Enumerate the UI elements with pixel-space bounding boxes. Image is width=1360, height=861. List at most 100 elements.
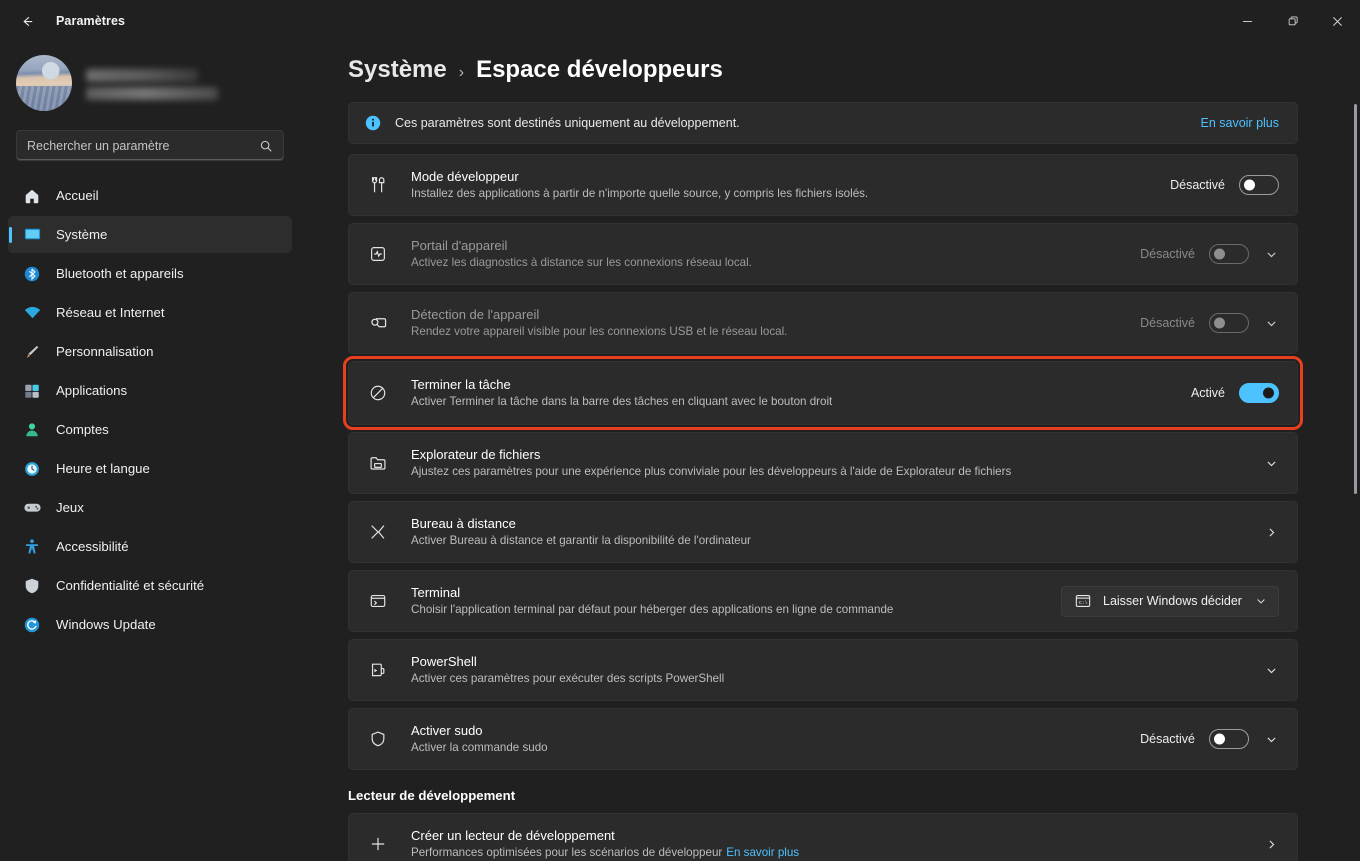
info-banner-link[interactable]: En savoir plus xyxy=(1200,116,1279,130)
sidebar-item-bluetooth[interactable]: Bluetooth et appareils xyxy=(8,255,292,292)
sidebar-item-label: Personnalisation xyxy=(56,344,154,359)
user-profile[interactable] xyxy=(0,42,300,111)
sidebar-item-reseau[interactable]: Réseau et Internet xyxy=(8,294,292,331)
sidebar-item-label: Confidentialité et sécurité xyxy=(56,578,205,593)
sidebar-item-accueil[interactable]: Accueil xyxy=(8,177,292,214)
shield-outline-icon xyxy=(367,728,389,750)
maximize-restore-button[interactable] xyxy=(1270,0,1315,42)
setting-subtitle: Activer la commande sudo xyxy=(411,740,548,754)
shield-icon xyxy=(22,576,42,596)
setting-title: Activer sudo xyxy=(411,722,483,738)
network-icon xyxy=(22,303,42,323)
sidebar-item-personnalisation[interactable]: Personnalisation xyxy=(8,333,292,370)
breadcrumb-parent[interactable]: Système xyxy=(348,56,447,84)
chevron-right-icon[interactable] xyxy=(1263,836,1279,852)
content-area: Système › Espace développeurs Ces paramè… xyxy=(300,42,1360,861)
accessibility-icon xyxy=(22,537,42,557)
search-icon xyxy=(259,139,273,153)
folder-icon xyxy=(367,452,389,474)
setting-subtitle: Activez les diagnostics à distance sur l… xyxy=(411,255,752,269)
brush-icon xyxy=(22,342,42,362)
tools-icon xyxy=(367,174,389,196)
search-input[interactable] xyxy=(27,138,259,153)
search-container xyxy=(16,130,284,161)
developer-mode-toggle[interactable] xyxy=(1239,175,1279,195)
page-title: Espace développeurs xyxy=(476,56,723,83)
sidebar: Accueil Système Bluetooth et appareils xyxy=(0,42,300,861)
sidebar-item-windows-update[interactable]: Windows Update xyxy=(8,606,292,643)
setting-row-terminal[interactable]: Terminal Choisir l'application terminal … xyxy=(348,570,1298,632)
setting-subtitle: Activer Terminer la tâche dans la barre … xyxy=(411,394,833,408)
setting-row-create-dev-drive[interactable]: Créer un lecteur de développement Perfor… xyxy=(348,813,1298,861)
sidebar-item-label: Applications xyxy=(56,383,128,398)
setting-title: Bureau à distance xyxy=(411,515,516,531)
chevron-down-icon[interactable] xyxy=(1263,662,1279,678)
chevron-down-icon[interactable] xyxy=(1263,731,1279,747)
sidebar-item-confidentialite[interactable]: Confidentialité et sécurité xyxy=(8,567,292,604)
setting-title: Terminer la tâche xyxy=(411,376,511,392)
gamepad-icon xyxy=(22,498,42,518)
chevron-down-icon[interactable] xyxy=(1263,315,1279,331)
sidebar-item-label: Système xyxy=(56,227,108,242)
chevron-right-icon[interactable] xyxy=(1263,524,1279,540)
back-button[interactable] xyxy=(10,6,44,36)
end-task-toggle[interactable] xyxy=(1239,383,1279,403)
search-box[interactable] xyxy=(16,130,284,161)
sidebar-item-heure[interactable]: Heure et langue xyxy=(8,450,292,487)
powershell-icon xyxy=(367,659,389,681)
sidebar-item-label: Accueil xyxy=(56,188,99,203)
setting-subtitle: Ajustez ces paramètres pour une expérien… xyxy=(411,464,1012,478)
setting-subtitle: Rendez votre appareil visible pour les c… xyxy=(411,324,788,338)
sidebar-item-label: Bluetooth et appareils xyxy=(56,266,184,281)
terminal-default-dropdown[interactable]: C:\ Laisser Windows décider xyxy=(1061,585,1279,617)
end-task-icon xyxy=(367,382,389,404)
minimize-button[interactable] xyxy=(1225,0,1270,42)
sidebar-item-label: Jeux xyxy=(56,500,84,515)
setting-subtitle: Performances optimisées pour les scénari… xyxy=(411,846,1247,860)
setting-row-remote-desktop[interactable]: Bureau à distance Activer Bureau à dista… xyxy=(348,501,1298,563)
section-heading: Lecteur de développement xyxy=(348,788,516,803)
device-discovery-toggle[interactable] xyxy=(1209,313,1249,333)
setting-row-powershell[interactable]: PowerShell Activer ces paramètres pour e… xyxy=(348,639,1298,701)
account-email-redacted xyxy=(86,86,218,100)
account-name-redacted xyxy=(86,68,198,82)
setting-subtitle-text: Performances optimisées pour les scénari… xyxy=(411,845,723,859)
setting-row-enable-sudo[interactable]: Activer sudo Activer la commande sudo Dé… xyxy=(348,708,1298,770)
svg-text:C:\: C:\ xyxy=(1079,600,1088,606)
sidebar-item-jeux[interactable]: Jeux xyxy=(8,489,292,526)
sidebar-item-accessibilite[interactable]: Accessibilité xyxy=(8,528,292,565)
setting-row-file-explorer[interactable]: Explorateur de fichiers Ajustez ces para… xyxy=(348,432,1298,494)
chevron-down-icon[interactable] xyxy=(1263,455,1279,471)
device-portal-toggle[interactable] xyxy=(1209,244,1249,264)
avatar xyxy=(16,55,72,111)
terminal-icon xyxy=(367,590,389,612)
apps-icon xyxy=(22,381,42,401)
toggle-state-label: Activé xyxy=(1190,386,1225,400)
info-banner-text: Ces paramètres sont destinés uniquement … xyxy=(395,116,740,130)
setting-row-device-portal[interactable]: Portail d'appareil Activez les diagnosti… xyxy=(348,223,1298,285)
setting-title: Terminal xyxy=(411,584,461,600)
breadcrumb: Système › Espace développeurs xyxy=(348,42,1298,102)
app-title: Paramètres xyxy=(56,14,126,28)
setting-row-end-task[interactable]: Terminer la tâche Activer Terminer la tâ… xyxy=(343,356,1303,430)
plus-icon xyxy=(367,833,389,855)
remote-desktop-icon xyxy=(367,521,389,543)
dev-drive-learn-more-link[interactable]: En savoir plus xyxy=(726,846,799,859)
setting-title: PowerShell xyxy=(411,653,477,669)
toggle-state-label: Désactivé xyxy=(1140,247,1195,261)
sidebar-item-systeme[interactable]: Système xyxy=(8,216,292,253)
sidebar-item-comptes[interactable]: Comptes xyxy=(8,411,292,448)
content-scrollbar[interactable] xyxy=(1354,104,1357,494)
setting-row-developer-mode[interactable]: Mode développeur Installez des applicati… xyxy=(348,154,1298,216)
window-controls xyxy=(1225,0,1360,42)
enable-sudo-toggle[interactable] xyxy=(1209,729,1249,749)
close-button[interactable] xyxy=(1315,0,1360,42)
sidebar-item-label: Heure et langue xyxy=(56,461,150,476)
setting-row-device-discovery[interactable]: Détection de l'appareil Rendez votre app… xyxy=(348,292,1298,354)
clock-icon xyxy=(22,459,42,479)
sidebar-item-applications[interactable]: Applications xyxy=(8,372,292,409)
setting-subtitle: Installez des applications à partir de n… xyxy=(411,186,869,200)
setting-title: Détection de l'appareil xyxy=(411,306,540,322)
chevron-down-icon[interactable] xyxy=(1263,246,1279,262)
sidebar-item-label: Réseau et Internet xyxy=(56,305,165,320)
